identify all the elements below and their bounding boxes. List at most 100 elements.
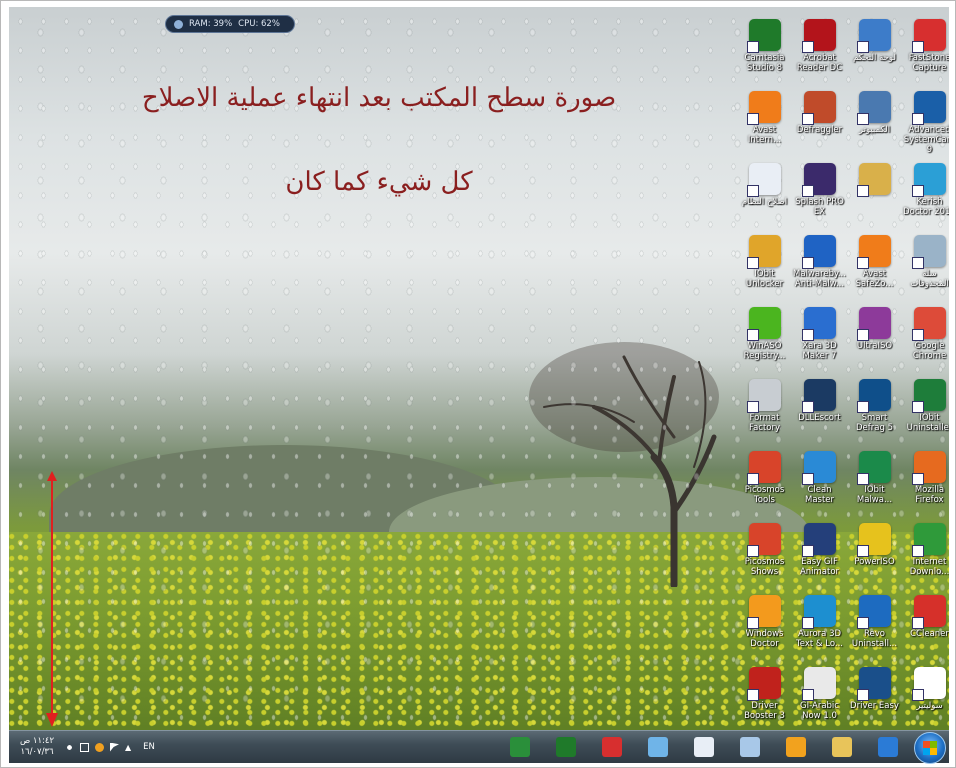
desktop-shortcut[interactable]: Google Chrome <box>902 307 949 361</box>
desktop-shortcut[interactable]: Acrobat Reader DC <box>792 19 847 73</box>
desktop-shortcut[interactable]: Mozilla Firefox <box>902 451 949 505</box>
desktop-shortcut[interactable]: WinASO Registry... <box>737 307 792 361</box>
desktop-shortcut[interactable]: DLLEscort <box>792 379 847 423</box>
desktop-shortcut[interactable]: لوحة التحكم <box>847 19 902 63</box>
safezone-icon <box>856 235 891 269</box>
iobit-uninstaller-icon <box>911 379 946 413</box>
solitaire-icon <box>911 667 946 701</box>
desktop-shortcut[interactable]: Avast SafeZo... <box>847 235 902 289</box>
desktop-shortcut[interactable]: Format Factory <box>737 379 792 433</box>
desktop-shortcut[interactable]: Xara 3D Maker 7 <box>792 307 847 361</box>
desktop-shortcut[interactable]: اصلاح النظام <box>737 163 792 207</box>
desktop-shortcut-label: Revo Uninstall... <box>851 629 898 649</box>
desktop-shortcut[interactable]: Kerish Doctor 2016 <box>902 163 949 217</box>
system-tray: ١١:٤٢ ص ١٦/٠٧/٣٦ ▲ EN <box>9 731 155 763</box>
desktop-shortcut[interactable]: Smart Defrag 5 <box>847 379 902 433</box>
picosmos-shows-icon <box>746 523 781 557</box>
desktop-shortcut-label: Driver Booster 3 <box>744 701 785 721</box>
picosmos-tools-icon <box>746 451 781 485</box>
firefox-icon <box>911 451 946 485</box>
language-indicator[interactable]: EN <box>143 742 155 752</box>
desktop-shortcut-label: Aurora 3D Text & Lo... <box>796 629 843 649</box>
desktop-shortcut[interactable]: Camtasia Studio 8 <box>737 19 792 73</box>
desktop-shortcut[interactable]: FastStone Capture <box>902 19 949 73</box>
taskbar-app-button[interactable] <box>735 733 765 761</box>
desktop-shortcut[interactable]: Picosmos Shows <box>737 523 792 577</box>
show-hidden-icons-chevron-icon[interactable]: ▲ <box>125 743 131 752</box>
gi-arabic-icon <box>801 667 836 701</box>
format-factory-icon <box>746 379 781 413</box>
desktop-shortcut[interactable]: Driver Booster 3 <box>737 667 792 721</box>
taskbar-app-button[interactable] <box>551 733 581 761</box>
taskbar-app-button[interactable] <box>827 733 857 761</box>
idm-icon <box>911 523 946 557</box>
action-center-flag-icon[interactable] <box>110 742 119 752</box>
desktop-shortcut-label: Clean Master <box>804 485 835 505</box>
clock[interactable]: ١١:٤٢ ص ١٦/٠٧/٣٦ <box>15 736 59 758</box>
desktop-shortcut-label: Windows Doctor <box>745 629 784 649</box>
desktop-shortcut-label: Acrobat Reader DC <box>796 53 843 73</box>
desktop-shortcut[interactable]: Malwareby... Anti-Malw... <box>792 235 847 289</box>
clean-master-icon <box>801 451 836 485</box>
desktop-shortcut[interactable]: Defraggler <box>792 91 847 135</box>
desktop-shortcut-label: Avast SafeZo... <box>855 269 894 289</box>
desktop-shortcut[interactable]: IObit Uninstaller <box>902 379 949 433</box>
taskbar-app-button[interactable] <box>505 733 535 761</box>
start-button[interactable] <box>914 732 946 764</box>
desktop-shortcut[interactable]: GI-Arabic Now 1.0 <box>792 667 847 721</box>
desktop-shortcut[interactable]: سوليتير <box>902 667 949 711</box>
desktop-shortcut[interactable]: Clean Master <box>792 451 847 505</box>
desktop-shortcut[interactable]: IObit Unlocker <box>737 235 792 289</box>
desktop-shortcut[interactable]: Windows Doctor <box>737 595 792 649</box>
desktop-shortcut[interactable]: سلة المحذوفات <box>902 235 949 289</box>
ultraiso-icon <box>856 307 891 341</box>
network-icon[interactable] <box>80 742 89 752</box>
splash-icon <box>801 163 836 197</box>
system-monitor-gadget[interactable]: RAM: 39% CPU: 62% <box>165 15 295 33</box>
desktop-shortcut-label: UltraISO <box>856 341 893 351</box>
desktop-shortcut[interactable]: Driver Easy <box>847 667 902 711</box>
desktop-shortcut-label: Camtasia Studio 8 <box>744 53 785 73</box>
desktop-shortcut[interactable]: IObit Malwa... <box>847 451 902 505</box>
desktop-wallpaper: صورة سطح المكتب بعد انتهاء عملية الاصلاح… <box>9 7 949 730</box>
desktop-shortcut[interactable]: Easy GIF Animator <box>792 523 847 577</box>
desktop-shortcut[interactable]: Internet Downlo... <box>902 523 949 577</box>
taskbar-app-button[interactable] <box>781 733 811 761</box>
ie-icon <box>878 737 898 757</box>
desktop-shortcut-label: FastStone Capture <box>908 53 949 73</box>
desktop-shortcut[interactable]: UltraISO <box>847 307 902 351</box>
desktop-shortcut[interactable]: الكمبيوتر <box>847 91 902 135</box>
iobit-malware-icon <box>856 451 891 485</box>
desktop-shortcut-label: Avast Intern... <box>747 125 782 145</box>
desktop-shortcut[interactable]: Picosmos Tools <box>737 451 792 505</box>
desktop-shortcut-label: سلة المحذوفات <box>910 269 949 289</box>
desktop-shortcut[interactable]: Avast Intern... <box>737 91 792 145</box>
taskbar-app-button[interactable] <box>689 733 719 761</box>
xara-icon <box>801 307 836 341</box>
annotation-arrow <box>51 475 53 717</box>
desktop-shortcut-label: Easy GIF Animator <box>799 557 840 577</box>
update-icon[interactable] <box>95 742 104 752</box>
camtasia-studio-icon <box>556 737 576 757</box>
document-icon <box>746 163 781 197</box>
desktop-shortcut[interactable]: Splash PRO EX <box>792 163 847 217</box>
taskbar-app-button[interactable] <box>643 733 673 761</box>
aurora-icon <box>801 595 836 629</box>
volume-icon[interactable] <box>65 742 74 752</box>
avast-icon <box>746 91 781 125</box>
desktop-shortcut-label: IObit Unlocker <box>745 269 784 289</box>
windows-logo-icon <box>923 741 937 755</box>
paint-net-icon <box>740 737 760 757</box>
computer-icon <box>856 91 891 125</box>
revo-icon <box>856 595 891 629</box>
desktop-shortcut[interactable] <box>847 163 902 197</box>
taskbar-app-button[interactable] <box>597 733 627 761</box>
desktop-shortcut[interactable]: Advanced SystemCare 9 <box>902 91 949 155</box>
desktop-shortcut[interactable]: PowerISO <box>847 523 902 567</box>
desktop-shortcut-label: Picosmos Tools <box>744 485 785 505</box>
desktop-shortcut-label: Malwareby... Anti-Malw... <box>793 269 846 289</box>
taskbar-app-button[interactable] <box>873 733 903 761</box>
desktop-shortcut[interactable]: CCleaner <box>902 595 949 639</box>
desktop-shortcut[interactable]: Revo Uninstall... <box>847 595 902 649</box>
desktop-shortcut[interactable]: Aurora 3D Text & Lo... <box>792 595 847 649</box>
